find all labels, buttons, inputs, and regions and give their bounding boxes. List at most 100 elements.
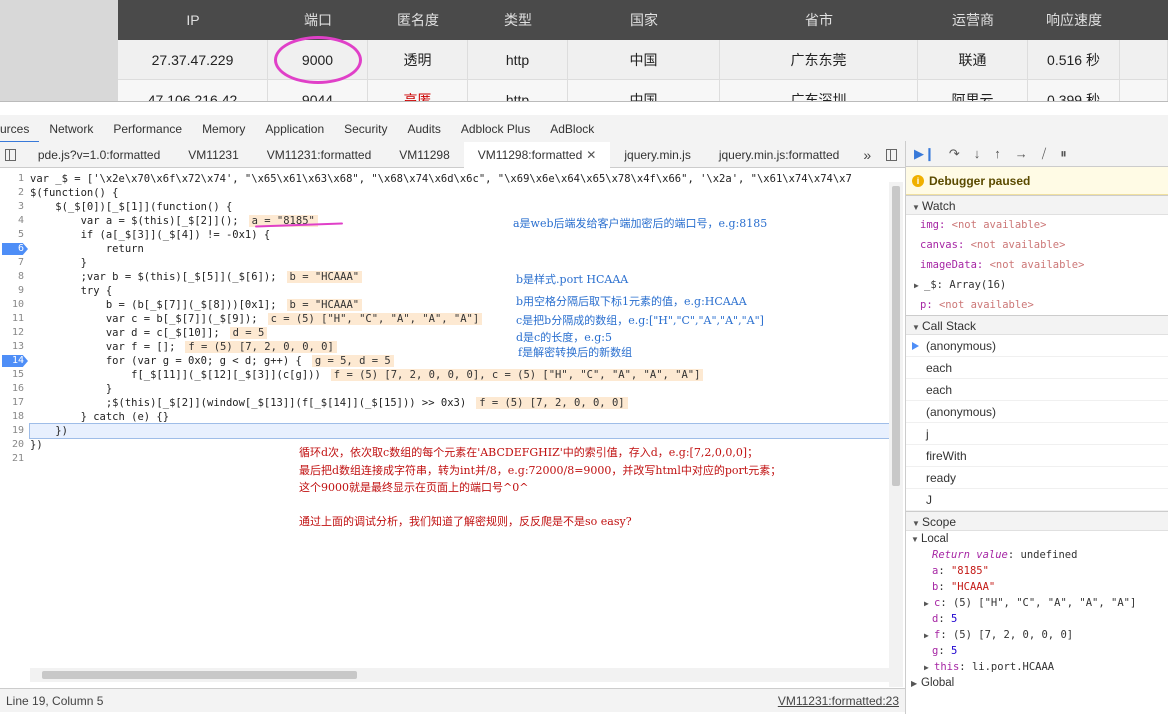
step-out-icon[interactable]: ↑: [994, 146, 1001, 161]
code-line: f[_$[11]](_$[12][_$[3]](c[g])) f = (5) [7…: [30, 368, 890, 382]
file-tab[interactable]: VM11231: [174, 142, 252, 168]
tab-memory[interactable]: Memory: [192, 115, 255, 143]
watch-item[interactable]: p: <not available>: [906, 295, 1168, 315]
close-icon[interactable]: ✕: [586, 148, 596, 162]
code-text: b = (b[_$[7]](_$[8]))[0x1];: [30, 299, 277, 311]
column-header: IP: [186, 12, 200, 28]
breakpoint-line-number[interactable]: 6: [0, 242, 28, 256]
tab-adblock-plus[interactable]: Adblock Plus: [451, 115, 540, 143]
scope-variable[interactable]: ▶ this: li.port.HCAAA: [906, 659, 1168, 675]
line-number[interactable]: 17: [0, 396, 28, 410]
call-frame[interactable]: each: [906, 357, 1168, 379]
call-frame-current[interactable]: (anonymous): [906, 335, 1168, 357]
annotation: 这个9000就是最终显示在页面上的端口号^0^: [299, 481, 529, 494]
line-number[interactable]: 10: [0, 298, 28, 312]
step-over-icon[interactable]: ↷: [949, 146, 960, 162]
paused-text: Debugger paused: [929, 173, 1031, 188]
scope-variable[interactable]: Return value: undefined: [906, 547, 1168, 563]
call-frame[interactable]: j: [906, 423, 1168, 445]
column-header: 省市: [805, 12, 833, 28]
file-tab[interactable]: VM11231:formatted: [253, 142, 386, 168]
watch-item[interactable]: canvas: <not available>: [906, 235, 1168, 255]
code-line: var d = c[_$[10]]; d = 5: [30, 326, 890, 340]
line-number[interactable]: 5: [0, 228, 28, 242]
cell-speed: 0.516 秒: [1028, 40, 1120, 79]
tab-adblock[interactable]: AdBlock: [540, 115, 604, 143]
scope-section-header[interactable]: ▼ Scope: [906, 511, 1168, 531]
file-tab[interactable]: pde.js?v=1.0:formatted: [24, 142, 174, 168]
code-editor[interactable]: 1 2 3 4 5 6 7 8 9 10 11 12 13 14 15 16 1…: [0, 168, 905, 688]
scope-variable[interactable]: ▶ f: (5) [7, 2, 0, 0, 0]: [906, 627, 1168, 643]
line-number[interactable]: 19: [0, 424, 28, 438]
file-tab[interactable]: jquery.min.js:formatted: [705, 142, 854, 168]
file-tab-active[interactable]: VM11298:formatted ✕: [463, 141, 611, 168]
watch-section-header[interactable]: ▼ Watch: [906, 195, 1168, 215]
line-number[interactable]: 18: [0, 410, 28, 424]
scope-global-header[interactable]: ▶ Global: [906, 675, 1168, 691]
scope-variable[interactable]: b: "HCAAA": [906, 579, 1168, 595]
line-number[interactable]: 21: [0, 452, 28, 466]
inline-value: b = "HCAAA": [286, 299, 363, 311]
debugger-toolbar: ▶❙ ↷ ↓ ↑ → ⧸ ⏸: [906, 141, 1168, 167]
column-header: 响应速度: [1046, 12, 1102, 28]
call-frame[interactable]: fireWith: [906, 445, 1168, 467]
watch-item[interactable]: ▶ _$: Array(16): [906, 275, 1168, 295]
scope-variable[interactable]: g: 5: [906, 643, 1168, 659]
scope-variable[interactable]: a: "8185": [906, 563, 1168, 579]
tab-audits[interactable]: Audits: [397, 115, 450, 143]
tab-performance[interactable]: Performance: [103, 115, 192, 143]
tab-sources[interactable]: urces: [0, 115, 40, 143]
pause-exceptions-icon[interactable]: ⏸: [1060, 146, 1067, 162]
resume-icon[interactable]: ▶❙: [914, 146, 935, 162]
code-text: var a = $(this)[_$[2]]();: [30, 215, 239, 227]
toggle-debugger-icon[interactable]: [886, 148, 897, 161]
line-number[interactable]: 2: [0, 186, 28, 200]
file-tab[interactable]: VM11298: [385, 142, 463, 168]
line-number[interactable]: 7: [0, 256, 28, 270]
file-tab[interactable]: jquery.min.js: [610, 142, 704, 168]
step-icon[interactable]: →: [1015, 146, 1028, 161]
scope-variable[interactable]: ▶ c: (5) ["H", "C", "A", "A", "A"]: [906, 595, 1168, 611]
line-number[interactable]: 16: [0, 382, 28, 396]
cell-type: http: [468, 40, 568, 79]
vertical-scroll-thumb[interactable]: [892, 186, 900, 486]
devtools-tab-bar: urces Network Performance Memory Applica…: [0, 115, 1168, 143]
line-number[interactable]: 11: [0, 312, 28, 326]
deactivate-breakpoints-icon[interactable]: ⧸: [1042, 146, 1046, 162]
source-location-link[interactable]: VM11231:formatted:23: [778, 694, 899, 708]
table-header-row: IP 端口 匿名度 类型 国家 省市 运营商 响应速度: [118, 0, 1168, 40]
tab-security[interactable]: Security: [334, 115, 397, 143]
call-frame[interactable]: (anonymous): [906, 401, 1168, 423]
web-page-area: IP 端口 匿名度 类型 国家 省市 运营商 响应速度 27.37.47.229…: [0, 0, 1168, 114]
scope-variable[interactable]: d: 5: [906, 611, 1168, 627]
line-number[interactable]: 1: [0, 172, 28, 186]
line-number[interactable]: 3: [0, 200, 28, 214]
line-number[interactable]: 4: [0, 214, 28, 228]
call-frame[interactable]: ready: [906, 467, 1168, 489]
code-line: b = (b[_$[7]](_$[8]))[0x1]; b = "HCAAA": [30, 298, 890, 312]
toggle-navigator-icon[interactable]: [5, 148, 16, 161]
scope-local-header[interactable]: ▼ Local: [906, 531, 1168, 547]
breakpoint-line-number[interactable]: 14: [0, 354, 28, 368]
watch-item[interactable]: img: <not available>: [906, 215, 1168, 235]
call-frame[interactable]: each: [906, 379, 1168, 401]
call-stack-section-header[interactable]: ▼ Call Stack: [906, 315, 1168, 335]
line-gutter[interactable]: 1 2 3 4 5 6 7 8 9 10 11 12 13 14 15 16 1…: [0, 172, 28, 466]
code-line: var _$ = ['\x2e\x70\x6f\x72\x74', "\x65\…: [30, 173, 852, 185]
line-number[interactable]: 20: [0, 438, 28, 452]
line-number[interactable]: 9: [0, 284, 28, 298]
line-number[interactable]: 15: [0, 368, 28, 382]
inline-value: c = (5) ["H", "C", "A", "A", "A"]: [267, 313, 483, 325]
tab-network[interactable]: Network: [39, 115, 103, 143]
column-header: 匿名度: [397, 12, 439, 28]
step-into-icon[interactable]: ↓: [974, 146, 981, 161]
horizontal-scroll-thumb[interactable]: [42, 671, 357, 679]
line-number[interactable]: 8: [0, 270, 28, 284]
overflow-chevron-icon[interactable]: »: [853, 147, 881, 163]
line-number[interactable]: 13: [0, 340, 28, 354]
call-frame[interactable]: J: [906, 489, 1168, 511]
watch-item[interactable]: imageData: <not available>: [906, 255, 1168, 275]
tab-application[interactable]: Application: [255, 115, 334, 143]
line-number[interactable]: 12: [0, 326, 28, 340]
code-line: }: [30, 257, 87, 269]
